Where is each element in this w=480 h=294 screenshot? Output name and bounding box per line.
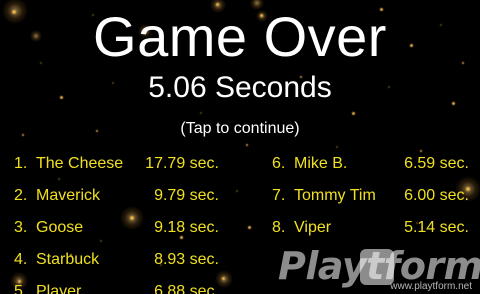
star — [246, 144, 248, 146]
star — [336, 146, 338, 148]
playtform-watermark: Playtform www.playtform.net — [270, 243, 480, 294]
star — [352, 112, 355, 115]
entry-name: Starbuck — [36, 251, 100, 268]
leaderboard-entry: 1. The Cheese 17.79 sec. — [14, 153, 219, 175]
entry-time: 9.18 sec. — [154, 219, 219, 236]
watermark-url: www.playtform.net — [390, 281, 472, 292]
leaderboard-entry: 7. Tommy Tim 6.00 sec. — [272, 185, 469, 207]
final-score: 5.06 Seconds — [148, 71, 332, 104]
star — [248, 226, 251, 229]
star — [420, 150, 422, 152]
entry-name: Goose — [36, 219, 84, 236]
entry-name: Maverick — [36, 187, 101, 204]
entry-rank: 4. — [14, 251, 28, 268]
star — [222, 277, 225, 280]
star — [200, 112, 202, 114]
game-over-screen[interactable]: Game Over 5.06 Seconds (Tap to continue)… — [0, 0, 480, 294]
entry-time: 6.59 sec. — [404, 155, 469, 172]
entry-time: 5.14 sec. — [404, 219, 469, 236]
leaderboard-entry: 8. Viper 5.14 sec. — [272, 217, 469, 239]
entry-name: Mike B. — [294, 155, 348, 172]
entry-rank: 2. — [14, 187, 28, 204]
entry-rank: 8. — [272, 219, 286, 236]
leaderboard-entry: 6. Mike B. 6.59 sec. — [272, 153, 469, 175]
entry-name: Player — [36, 283, 82, 294]
entry-rank: 6. — [272, 155, 286, 172]
leaderboard-entry: 2. Maverick 9.79 sec. — [14, 185, 219, 207]
entry-name: The Cheese — [36, 155, 124, 172]
entry-name: Viper — [294, 219, 332, 236]
star — [100, 240, 102, 242]
star — [236, 190, 238, 192]
entry-time: 9.79 sec. — [154, 187, 219, 204]
entry-rank: 1. — [14, 155, 28, 172]
entry-rank: 3. — [14, 219, 28, 236]
game-over-title: Game Over — [93, 5, 387, 68]
entry-time: 8.93 sec. — [154, 251, 219, 268]
entry-rank: 5. — [14, 283, 28, 294]
entry-rank: 7. — [272, 187, 286, 204]
leaderboard-entry: 4. Starbuck 8.93 sec. — [14, 249, 219, 271]
tap-to-continue-prompt[interactable]: (Tap to continue) — [0, 119, 480, 139]
entry-time: 6.88 sec. — [154, 283, 219, 294]
leaderboard-entry: 5. Player 6.88 sec. — [14, 281, 219, 294]
entry-time: 17.79 sec. — [145, 155, 219, 172]
star — [58, 178, 60, 180]
entry-time: 6.00 sec. — [404, 187, 469, 204]
entry-name: Tommy Tim — [294, 187, 376, 204]
leaderboard-entry: 3. Goose 9.18 sec. — [14, 217, 219, 239]
